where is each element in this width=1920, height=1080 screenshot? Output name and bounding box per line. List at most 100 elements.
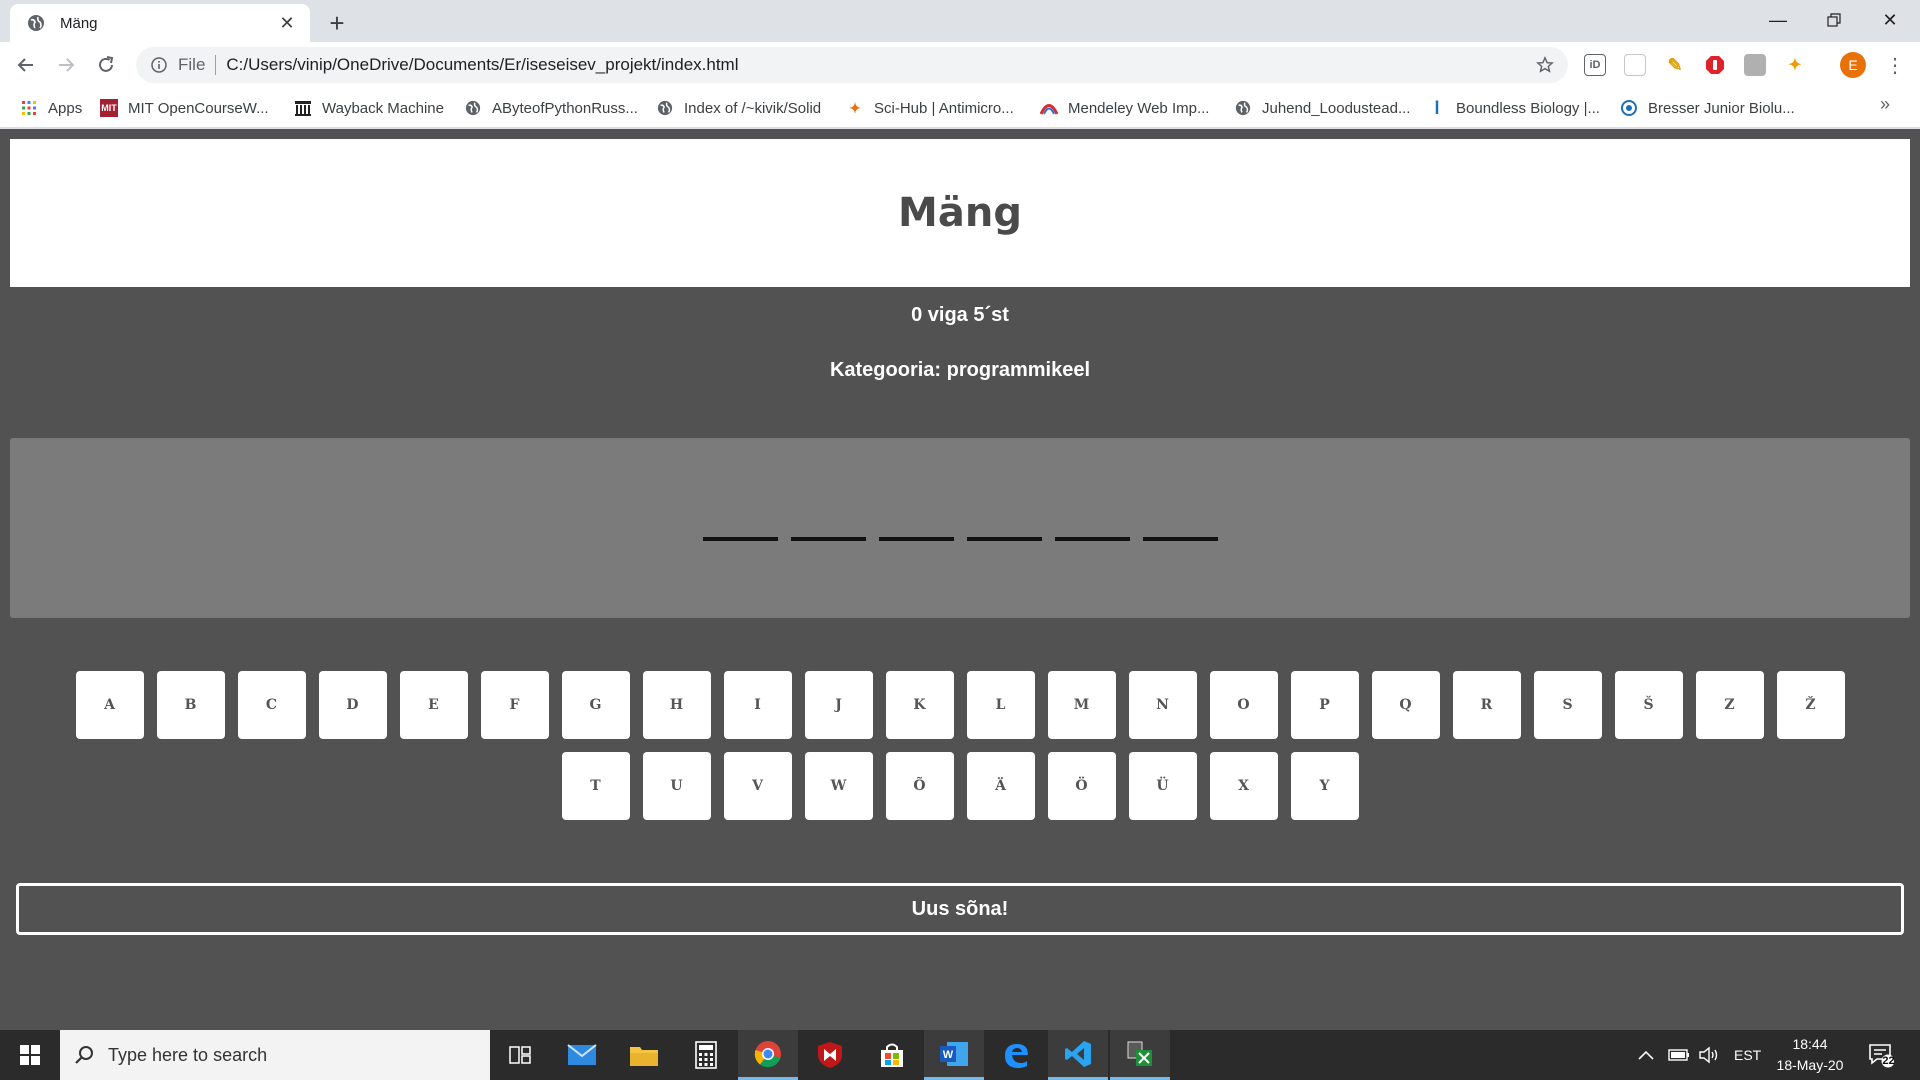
file-explorer-button[interactable]: [614, 1030, 674, 1080]
store-button[interactable]: [862, 1030, 922, 1080]
word-button[interactable]: W: [924, 1030, 984, 1080]
puzzle-extension-icon[interactable]: ✦: [1784, 54, 1806, 76]
action-center-button[interactable]: 22: [1868, 1042, 1895, 1068]
letter-key[interactable]: H: [642, 671, 711, 739]
forward-button[interactable]: [50, 49, 82, 81]
volume-button[interactable]: [1698, 1030, 1720, 1080]
letter-key[interactable]: K: [885, 671, 954, 739]
letter-key[interactable]: Õ: [885, 752, 954, 820]
letter-key[interactable]: E: [399, 671, 468, 739]
bookmarks-bar: Apps MIT MIT OpenCourseW... Wayback Mach…: [0, 88, 1920, 128]
bookmark-wayback[interactable]: Wayback Machine: [294, 96, 444, 120]
task-view-icon: [509, 1046, 531, 1064]
url-scheme: File: [178, 55, 206, 74]
letter-key[interactable]: P: [1290, 671, 1359, 739]
address-bar[interactable]: File C:/Users/vinip/OneDrive/Documents/E…: [136, 47, 1568, 83]
bookmark-scihub[interactable]: ✦ Sci-Hub | Antimicro...: [846, 96, 1014, 120]
pocket-extension-icon[interactable]: [1624, 54, 1646, 76]
bookmark-label: Mendeley Web Imp...: [1068, 99, 1210, 117]
letter-key[interactable]: N: [1128, 671, 1197, 739]
new-tab-button[interactable]: +: [322, 8, 352, 38]
back-button[interactable]: [10, 49, 42, 81]
letter-key[interactable]: Ö: [1047, 752, 1116, 820]
bookmark-label: Wayback Machine: [322, 99, 444, 117]
bookmark-index-kivik[interactable]: Index of /~kivik/Solid: [656, 96, 821, 120]
bookmark-mit[interactable]: MIT MIT OpenCourseW...: [100, 96, 269, 120]
restore-button[interactable]: [1806, 0, 1862, 40]
camera-extension-icon[interactable]: [1744, 54, 1766, 76]
letter-key[interactable]: S: [1533, 671, 1602, 739]
page-viewport: Mäng 0 viga 5´st Kategooria: programmike…: [0, 129, 1920, 1030]
bookmark-mendeley[interactable]: Mendeley Web Imp...: [1040, 96, 1209, 120]
letter-key[interactable]: Z: [1695, 671, 1764, 739]
letter-blank: [1142, 537, 1218, 541]
profile-avatar[interactable]: E: [1840, 52, 1866, 78]
start-button[interactable]: [0, 1030, 60, 1080]
taskbar-search-box[interactable]: Type here to search: [60, 1030, 490, 1080]
letter-key[interactable]: X: [1209, 752, 1278, 820]
bookmark-label: Juhend_Loodustead...: [1262, 99, 1411, 117]
bookmark-juhend[interactable]: Juhend_Loodustead...: [1234, 96, 1410, 120]
letter-key[interactable]: D: [318, 671, 387, 739]
bookmark-boundless[interactable]: l Boundless Biology |...: [1428, 96, 1600, 120]
letter-key[interactable]: G: [561, 671, 630, 739]
letter-key[interactable]: R: [1452, 671, 1521, 739]
letter-key[interactable]: T: [561, 752, 630, 820]
mcafee-button[interactable]: [800, 1030, 860, 1080]
letter-key[interactable]: M: [1047, 671, 1116, 739]
bookmark-label: Boundless Biology |...: [1456, 99, 1600, 117]
close-tab-icon[interactable]: ✕: [276, 12, 298, 34]
letter-key[interactable]: W: [804, 752, 873, 820]
letter-key[interactable]: V: [723, 752, 792, 820]
mail-icon: [567, 1044, 597, 1065]
snipping-tool-button[interactable]: [1110, 1030, 1170, 1080]
language-indicator[interactable]: EST: [1734, 1030, 1761, 1080]
bookmarks-overflow-button[interactable]: »: [1880, 94, 1890, 115]
letter-key[interactable]: J: [804, 671, 873, 739]
mail-button[interactable]: [552, 1030, 612, 1080]
letter-key[interactable]: C: [237, 671, 306, 739]
letter-key[interactable]: I: [723, 671, 792, 739]
keyboard-row-1: ABCDEFGHIJKLMNOPQRSŠZŽ: [0, 671, 1920, 739]
letter-key[interactable]: A: [75, 671, 144, 739]
battery-button[interactable]: [1668, 1030, 1690, 1080]
task-view-button[interactable]: [490, 1030, 550, 1080]
calculator-button[interactable]: [676, 1030, 736, 1080]
letter-key[interactable]: Ž: [1776, 671, 1845, 739]
raven-icon: ✦: [849, 99, 861, 116]
svg-text:W: W: [943, 1049, 954, 1061]
letter-key[interactable]: U: [642, 752, 711, 820]
info-icon[interactable]: [150, 56, 168, 74]
letter-key[interactable]: Y: [1290, 752, 1359, 820]
letter-key[interactable]: B: [156, 671, 225, 739]
minimize-button[interactable]: —: [1750, 0, 1806, 40]
mendeley-icon: [1040, 99, 1058, 117]
vscode-button[interactable]: [1048, 1030, 1108, 1080]
adblock-extension-icon[interactable]: [1704, 54, 1726, 76]
letter-key[interactable]: L: [966, 671, 1035, 739]
bookmark-apps[interactable]: Apps: [20, 96, 82, 120]
letter-key[interactable]: Ü: [1128, 752, 1197, 820]
clock[interactable]: 18:44 18-May-20: [1770, 1034, 1850, 1076]
menu-dots-icon[interactable]: ⋮: [1882, 52, 1908, 78]
bookmark-bresser[interactable]: Bresser Junior Biolu...: [1620, 96, 1795, 120]
close-window-button[interactable]: ✕: [1862, 0, 1918, 40]
letter-key[interactable]: O: [1209, 671, 1278, 739]
letter-key[interactable]: Š: [1614, 671, 1683, 739]
id-extension-icon[interactable]: iD: [1584, 54, 1606, 76]
tab-mang[interactable]: Mäng ✕: [10, 4, 310, 42]
letter-key[interactable]: F: [480, 671, 549, 739]
chrome-button[interactable]: [738, 1030, 798, 1080]
url-text[interactable]: C:/Users/vinip/OneDrive/Documents/Er/ise…: [226, 55, 738, 75]
bookmark-abyteofpython[interactable]: AByteofPythonRuss...: [464, 96, 638, 120]
show-hidden-icons-button[interactable]: [1638, 1030, 1654, 1080]
edge-button[interactable]: [986, 1030, 1046, 1080]
edge-icon: [1005, 1044, 1028, 1068]
bookmark-star-icon[interactable]: [1534, 54, 1556, 76]
pencil-extension-icon[interactable]: ✎: [1664, 54, 1686, 76]
letter-key[interactable]: Q: [1371, 671, 1440, 739]
new-word-button[interactable]: Uus sõna!: [16, 883, 1904, 935]
reload-button[interactable]: [90, 49, 122, 81]
chevron-up-icon: [1638, 1050, 1654, 1060]
letter-key[interactable]: Ä: [966, 752, 1035, 820]
